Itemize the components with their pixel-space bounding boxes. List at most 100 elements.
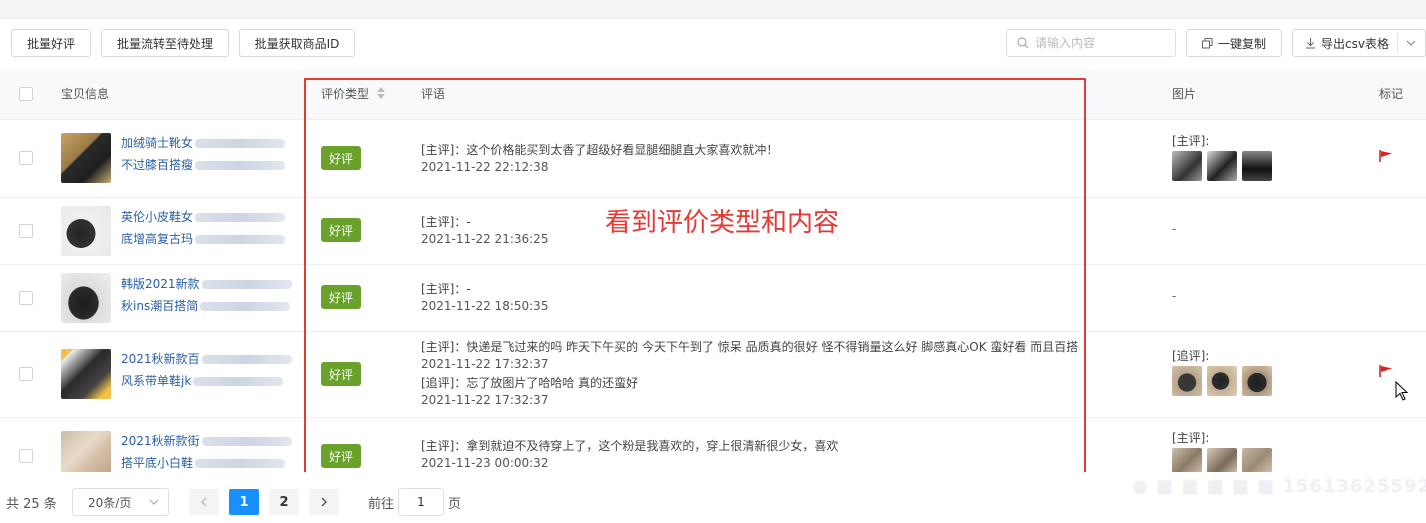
- sort-icon[interactable]: [376, 87, 386, 99]
- page-button-2[interactable]: 2: [269, 489, 299, 515]
- product-title[interactable]: 韩版2021新款 秋ins潮百搭简: [121, 273, 293, 317]
- review-entry: [主评]：- 2021-11-22 21:36:25: [421, 214, 548, 248]
- header-images: 图片: [1172, 87, 1197, 101]
- product-title-line1: 2021秋新款百: [121, 352, 200, 366]
- review-time: 2021-11-22 17:32:37: [421, 393, 549, 407]
- header-rating-type-label: 评价类型: [321, 87, 370, 101]
- chevron-down-icon[interactable]: [1405, 35, 1417, 51]
- row-checkbox[interactable]: [19, 224, 33, 238]
- review-text: [主评]：这个价格能买到太香了超级好看显腿细腿直大家喜欢就冲！: [421, 143, 779, 157]
- export-csv-button[interactable]: 导出csv表格: [1292, 29, 1426, 57]
- button-divider: [1397, 34, 1398, 52]
- chevron-down-icon: [149, 499, 159, 505]
- page-size-select[interactable]: 20条/页: [72, 488, 169, 516]
- copy-icon: [1201, 37, 1213, 48]
- copy-all-button[interactable]: 一键复制: [1186, 29, 1282, 57]
- row-checkbox[interactable]: [19, 367, 33, 381]
- rating-badge: 好评: [321, 444, 361, 468]
- row-checkbox[interactable]: [19, 291, 33, 305]
- export-csv-label: 导出csv表格: [1321, 36, 1389, 51]
- image-label: [主评]:: [1172, 431, 1210, 445]
- batch-transfer-pending-button[interactable]: 批量流转至待处理: [101, 29, 229, 57]
- review-entry: [主评]：快递是飞过来的吗 昨天下午买的 今天下午到了 惊呆 品质真的很好 怪不…: [421, 339, 1078, 373]
- pagination: ● ■ ■ ■ ■ ■ 15613625592 共 25 条 20条/页 1 2…: [0, 472, 1426, 523]
- product-title-line1: 韩版2021新款: [121, 277, 200, 291]
- review-image[interactable]: [1242, 151, 1272, 181]
- rating-badge: 好评: [321, 218, 361, 242]
- product-title[interactable]: 英伦小皮鞋女 底增高复古玛: [121, 206, 293, 250]
- review-time: 2021-11-22 22:12:38: [421, 160, 549, 174]
- review-image[interactable]: [1207, 151, 1237, 181]
- chevron-right-icon: [321, 497, 327, 507]
- header-review: 评语: [421, 87, 446, 101]
- batch-get-product-id-button[interactable]: 批量获取商品ID: [239, 29, 355, 57]
- review-text: [主评]：-: [421, 282, 471, 296]
- product-thumbnail[interactable]: [61, 349, 111, 399]
- watermark: ● ■ ■ ■ ■ ■ 15613625592: [1132, 476, 1426, 497]
- rating-badge: 好评: [321, 285, 361, 309]
- product-title[interactable]: 2021秋新款百 风系带单鞋jk: [121, 348, 293, 392]
- table-row[interactable]: 加绒骑士靴女 不过膝百搭瘦 好评 [主评]：这个价格能买到太香了超级好看显腿细腿…: [0, 120, 1426, 198]
- select-all-checkbox[interactable]: [19, 87, 33, 101]
- mouse-cursor-icon: [1395, 381, 1409, 401]
- table-row[interactable]: 韩版2021新款 秋ins潮百搭简 好评 [主评]：- 2021-11-22 1…: [0, 265, 1426, 332]
- search-input[interactable]: [1035, 36, 1165, 50]
- review-text: [追评]：忘了放图片了哈哈哈 真的还蛮好: [421, 376, 639, 390]
- product-title-line2: 不过膝百搭瘦: [121, 158, 194, 172]
- product-title-line2: 秋ins潮百搭简: [121, 299, 199, 313]
- batch-good-review-button[interactable]: 批量好评: [11, 29, 91, 57]
- product-title-line2: 风系带单鞋jk: [121, 374, 192, 388]
- review-images: [1172, 151, 1272, 181]
- table-header: 宝贝信息 评价类型 评语 图片 标记: [0, 69, 1426, 120]
- no-images: -: [1172, 289, 1177, 303]
- page-size-value: 20条/页: [88, 495, 132, 510]
- review-entry: [主评]：这个价格能买到太香了超级好看显腿细腿直大家喜欢就冲！ 2021-11-…: [421, 142, 778, 176]
- review-time: 2021-11-22 21:36:25: [421, 232, 549, 246]
- table-row[interactable]: 2021秋新款百 风系带单鞋jk 好评 [主评]：快递是飞过来的吗 昨天下午买的…: [0, 332, 1426, 418]
- product-title[interactable]: 2021秋新款街 搭平底小白鞋: [121, 430, 293, 474]
- no-images: -: [1172, 222, 1177, 236]
- product-title-line1: 2021秋新款街: [121, 434, 200, 448]
- rating-badge: 好评: [321, 146, 361, 170]
- row-checkbox[interactable]: [19, 151, 33, 165]
- image-label: [追评]:: [1172, 349, 1210, 363]
- product-thumbnail[interactable]: [61, 133, 111, 183]
- flag-icon[interactable]: [1379, 365, 1393, 377]
- review-text: [主评]：快递是飞过来的吗 昨天下午买的 今天下午到了 惊呆 品质真的很好 怪不…: [421, 340, 1079, 354]
- search-box[interactable]: [1006, 29, 1176, 57]
- review-time: 2021-11-22 18:50:35: [421, 299, 549, 313]
- goto-page-input[interactable]: [398, 488, 444, 516]
- review-image[interactable]: [1172, 366, 1202, 396]
- review-time: 2021-11-23 00:00:32: [421, 456, 549, 470]
- review-entry: [主评]：拿到就迫不及待穿上了，这个粉是我喜欢的，穿上很清新很少女，喜欢 202…: [421, 438, 838, 472]
- flag-icon[interactable]: [1379, 150, 1393, 162]
- review-entry: [主评]：- 2021-11-22 18:50:35: [421, 281, 548, 315]
- review-image[interactable]: [1207, 366, 1237, 396]
- product-thumbnail[interactable]: [61, 273, 111, 323]
- review-image[interactable]: [1242, 366, 1272, 396]
- product-title-line1: 英伦小皮鞋女: [121, 210, 194, 224]
- top-divider: [0, 18, 1426, 19]
- review-text: [主评]：-: [421, 215, 471, 229]
- product-title-line2: 搭平底小白鞋: [121, 456, 194, 470]
- image-label: [主评]:: [1172, 134, 1210, 148]
- goto-label: 前往: [368, 497, 395, 512]
- review-image[interactable]: [1172, 151, 1202, 181]
- total-count: 共 25 条: [6, 497, 57, 512]
- page-button-1[interactable]: 1: [229, 489, 259, 515]
- copy-all-label: 一键复制: [1217, 36, 1266, 51]
- annotation-text: 看到评价类型和内容: [605, 208, 840, 238]
- table-row[interactable]: 2021秋新款街 搭平底小白鞋 好评 [主评]：拿到就迫不及待穿上了，这个粉是我…: [0, 418, 1426, 481]
- search-icon: [1017, 37, 1029, 49]
- prev-page-button[interactable]: [189, 489, 219, 515]
- product-title-line1: 加绒骑士靴女: [121, 136, 194, 150]
- header-rating-type[interactable]: 评价类型: [321, 69, 386, 120]
- next-page-button[interactable]: [309, 489, 339, 515]
- product-title[interactable]: 加绒骑士靴女 不过膝百搭瘦: [121, 132, 293, 176]
- row-checkbox[interactable]: [19, 449, 33, 463]
- header-mark: 标记: [1379, 87, 1404, 101]
- page-unit-label: 页: [448, 497, 462, 512]
- follow-up-review-entry: [追评]：忘了放图片了哈哈哈 真的还蛮好 2021-11-22 17:32:37: [421, 375, 638, 409]
- product-thumbnail[interactable]: [61, 206, 111, 256]
- product-title-line2: 底增高复古玛: [121, 232, 194, 246]
